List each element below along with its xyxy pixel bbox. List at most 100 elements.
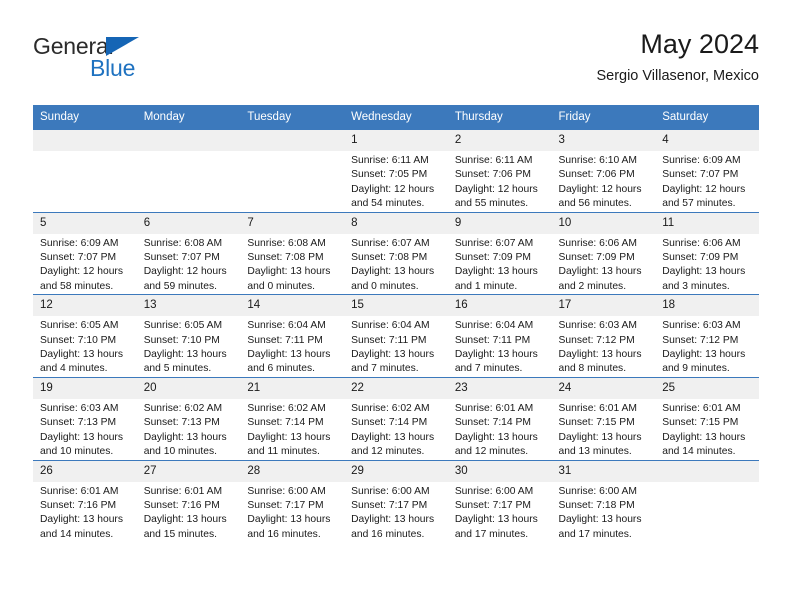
sunset-text: Sunset: 7:13 PM [40, 417, 117, 429]
calendar-day-cell[interactable]: 6 Sunrise: 6:08 AM Sunset: 7:07 PM Daylight… [136, 211, 241, 295]
calendar-cell-inner: 9 Sunrise: 6:07 AM Sunset: 7:09 PM Daylight… [447, 212, 552, 295]
calendar-day-cell[interactable]: 18 Sunrise: 6:03 AM Sunset: 7:12 PM Dayligh… [655, 294, 759, 378]
calendar-cell-inner: 13 Sunrise: 6:05 AM Sunset: 7:10 PM Dayligh… [136, 295, 241, 377]
calendar-cell-inner: 2 Sunrise: 6:11 AM Sunset: 7:06 PM Daylight… [447, 130, 552, 212]
calendar-day-cell[interactable]: 11 Sunrise: 6:06 AM Sunset: 7:09 PM Dayligh… [655, 211, 759, 295]
calendar-cell-inner: 29 Sunrise: 6:00 AM Sunset: 7:17 PM Dayligh… [344, 460, 448, 543]
calendar-cell-inner: 19 Sunrise: 6:03 AM Sunset: 7:13 PM Dayligh… [33, 377, 137, 460]
calendar-cell-empty [136, 129, 241, 213]
calendar-cell-inner: 26 Sunrise: 6:01 AM Sunset: 7:16 PM Dayligh… [33, 460, 137, 543]
day-number: 30 [447, 460, 552, 482]
calendar-day-cell[interactable]: 17 Sunrise: 6:03 AM Sunset: 7:12 PM Dayligh… [551, 294, 656, 378]
calendar-day-cell[interactable]: 28 Sunrise: 6:00 AM Sunset: 7:17 PM Dayligh… [240, 459, 345, 543]
day-sun-info: Sunrise: 6:02 AM Sunset: 7:14 PM Daylight:… [344, 399, 448, 460]
calendar-day-cell[interactable]: 21 Sunrise: 6:02 AM Sunset: 7:14 PM Dayligh… [240, 376, 345, 460]
calendar-day-cell[interactable]: 4 Sunrise: 6:09 AM Sunset: 7:07 PM Daylight… [655, 129, 759, 213]
day-number: 22 [344, 377, 448, 399]
calendar-day-cell[interactable]: 3 Sunrise: 6:10 AM Sunset: 7:06 PM Daylight… [551, 129, 656, 213]
calendar-day-cell[interactable]: 26 Sunrise: 6:01 AM Sunset: 7:16 PM Dayligh… [33, 459, 137, 543]
sunset-text: Sunset: 7:11 PM [351, 334, 427, 346]
calendar-day-cell[interactable]: 20 Sunrise: 6:02 AM Sunset: 7:13 PM Dayligh… [136, 376, 241, 460]
calendar-day-cell[interactable]: 8 Sunrise: 6:07 AM Sunset: 7:08 PM Daylight… [344, 211, 448, 295]
day-sun-info: Sunrise: 6:00 AM Sunset: 7:17 PM Daylight:… [344, 482, 448, 543]
general-blue-logo: General Blue [33, 34, 283, 94]
day-number: 4 [655, 130, 759, 151]
sunset-text: Sunset: 7:17 PM [454, 499, 531, 511]
sunrise-text: Sunrise: 6:07 AM [351, 237, 430, 249]
daylight-text-line1: Daylight: 13 hours [558, 514, 642, 526]
day-sun-info: Sunrise: 6:06 AM Sunset: 7:09 PM Daylight:… [552, 234, 656, 295]
calendar-day-cell[interactable]: 15 Sunrise: 6:04 AM Sunset: 7:11 PM Dayligh… [344, 294, 448, 378]
calendar-cell-inner: 31 Sunrise: 6:00 AM Sunset: 7:18 PM Dayligh… [551, 460, 656, 543]
sunrise-text: Sunrise: 6:10 AM [558, 155, 637, 166]
day-number: 3 [551, 130, 656, 151]
calendar-cell-inner: 28 Sunrise: 6:00 AM Sunset: 7:17 PM Dayligh… [240, 460, 345, 543]
calendar-day-cell[interactable]: 2 Sunrise: 6:11 AM Sunset: 7:06 PM Daylight… [447, 129, 552, 213]
weekday-header-friday: Friday [551, 105, 656, 130]
daylight-text-line2: and 12 minutes. [351, 446, 425, 458]
sunrise-text: Sunrise: 6:08 AM [247, 237, 326, 249]
day-sun-info: Sunrise: 6:03 AM Sunset: 7:12 PM Daylight:… [552, 316, 656, 377]
calendar-table: Sunday Monday Tuesday Wednesday Thursday… [33, 105, 759, 543]
calendar-day-cell[interactable]: 19 Sunrise: 6:03 AM Sunset: 7:13 PM Dayligh… [33, 376, 137, 460]
calendar-day-cell[interactable]: 16 Sunrise: 6:04 AM Sunset: 7:11 PM Dayligh… [447, 294, 552, 378]
calendar-cell-inner: 24 Sunrise: 6:01 AM Sunset: 7:15 PM Dayligh… [551, 377, 656, 460]
calendar-day-cell[interactable]: 22 Sunrise: 6:02 AM Sunset: 7:14 PM Dayligh… [344, 376, 448, 460]
calendar-day-cell[interactable]: 10 Sunrise: 6:06 AM Sunset: 7:09 PM Dayligh… [551, 211, 656, 295]
day-number: 12 [33, 295, 137, 317]
calendar-cell-empty [33, 129, 137, 213]
calendar-day-cell[interactable]: 27 Sunrise: 6:01 AM Sunset: 7:16 PM Dayligh… [136, 459, 241, 543]
calendar-day-cell[interactable]: 24 Sunrise: 6:01 AM Sunset: 7:15 PM Dayligh… [551, 376, 656, 460]
daylight-text-line2: and 16 minutes. [247, 528, 321, 540]
calendar-day-cell[interactable]: 1 Sunrise: 6:11 AM Sunset: 7:05 PM Daylight… [344, 129, 448, 213]
sunset-text: Sunset: 7:16 PM [143, 499, 220, 511]
calendar-day-cell[interactable]: 23 Sunrise: 6:01 AM Sunset: 7:14 PM Dayligh… [447, 376, 552, 460]
calendar-day-cell[interactable]: 25 Sunrise: 6:01 AM Sunset: 7:15 PM Dayligh… [655, 376, 759, 460]
day-sun-info: Sunrise: 6:04 AM Sunset: 7:11 PM Daylight:… [344, 316, 448, 377]
calendar-day-cell[interactable]: 13 Sunrise: 6:05 AM Sunset: 7:10 PM Dayligh… [136, 294, 241, 378]
daylight-text-line1: Daylight: 12 hours [558, 183, 642, 195]
calendar-day-cell[interactable]: 30 Sunrise: 6:00 AM Sunset: 7:17 PM Dayligh… [447, 459, 552, 543]
day-number: 31 [551, 460, 656, 482]
weekday-header-sunday: Sunday [33, 105, 137, 130]
calendar-day-cell[interactable]: 7 Sunrise: 6:08 AM Sunset: 7:08 PM Daylight… [240, 211, 345, 295]
day-number: 11 [655, 212, 759, 234]
daylight-text-line1: Daylight: 12 hours [40, 266, 123, 278]
weekday-header-thursday: Thursday [447, 105, 552, 130]
calendar-cell-inner: 11 Sunrise: 6:06 AM Sunset: 7:09 PM Dayligh… [655, 212, 759, 295]
calendar-day-cell[interactable]: 9 Sunrise: 6:07 AM Sunset: 7:09 PM Daylight… [447, 211, 552, 295]
calendar-day-cell[interactable]: 31 Sunrise: 6:00 AM Sunset: 7:18 PM Dayligh… [551, 459, 656, 543]
sunset-text: Sunset: 7:08 PM [247, 252, 324, 264]
calendar-cell-inner [240, 130, 345, 212]
day-number: 28 [240, 460, 345, 482]
calendar-cell-inner [136, 130, 241, 212]
daylight-text-line2: and 14 minutes. [662, 446, 736, 458]
sunrise-text: Sunrise: 6:00 AM [351, 485, 430, 497]
daylight-text-line1: Daylight: 13 hours [351, 431, 435, 443]
daylight-text-line1: Daylight: 13 hours [558, 266, 642, 278]
sunset-text: Sunset: 7:07 PM [40, 252, 117, 264]
sunrise-text: Sunrise: 6:04 AM [247, 320, 326, 332]
day-sun-info: Sunrise: 6:07 AM Sunset: 7:08 PM Daylight:… [344, 234, 448, 295]
day-number: 1 [344, 130, 448, 151]
calendar-cell-empty [240, 129, 345, 213]
weekday-header-saturday: Saturday [655, 105, 759, 130]
calendar-day-cell[interactable]: 29 Sunrise: 6:00 AM Sunset: 7:17 PM Dayligh… [344, 459, 448, 543]
day-number: 9 [447, 212, 552, 234]
sunrise-text: Sunrise: 6:01 AM [454, 402, 534, 414]
daylight-text-line2: and 10 minutes. [143, 446, 217, 458]
calendar-day-cell[interactable]: 14 Sunrise: 6:04 AM Sunset: 7:11 PM Dayligh… [240, 294, 345, 378]
daylight-text-line1: Daylight: 13 hours [40, 431, 123, 443]
calendar-cell-inner [33, 130, 137, 212]
daylight-text-line1: Daylight: 13 hours [558, 349, 642, 361]
calendar-day-cell[interactable]: 12 Sunrise: 6:05 AM Sunset: 7:10 PM Dayligh… [33, 294, 137, 378]
daylight-text-line1: Daylight: 12 hours [143, 266, 227, 278]
day-number: 15 [344, 295, 448, 317]
calendar-cell-inner: 18 Sunrise: 6:03 AM Sunset: 7:12 PM Dayligh… [655, 295, 759, 377]
daylight-text-line2: and 10 minutes. [40, 446, 114, 458]
day-number: 23 [447, 377, 552, 399]
day-number [33, 130, 137, 151]
day-sun-info: Sunrise: 6:00 AM Sunset: 7:17 PM Daylight:… [448, 482, 552, 543]
calendar-cell-inner: 3 Sunrise: 6:10 AM Sunset: 7:06 PM Daylight… [551, 130, 656, 212]
calendar-day-cell[interactable]: 5 Sunrise: 6:09 AM Sunset: 7:07 PM Daylight… [33, 211, 137, 295]
